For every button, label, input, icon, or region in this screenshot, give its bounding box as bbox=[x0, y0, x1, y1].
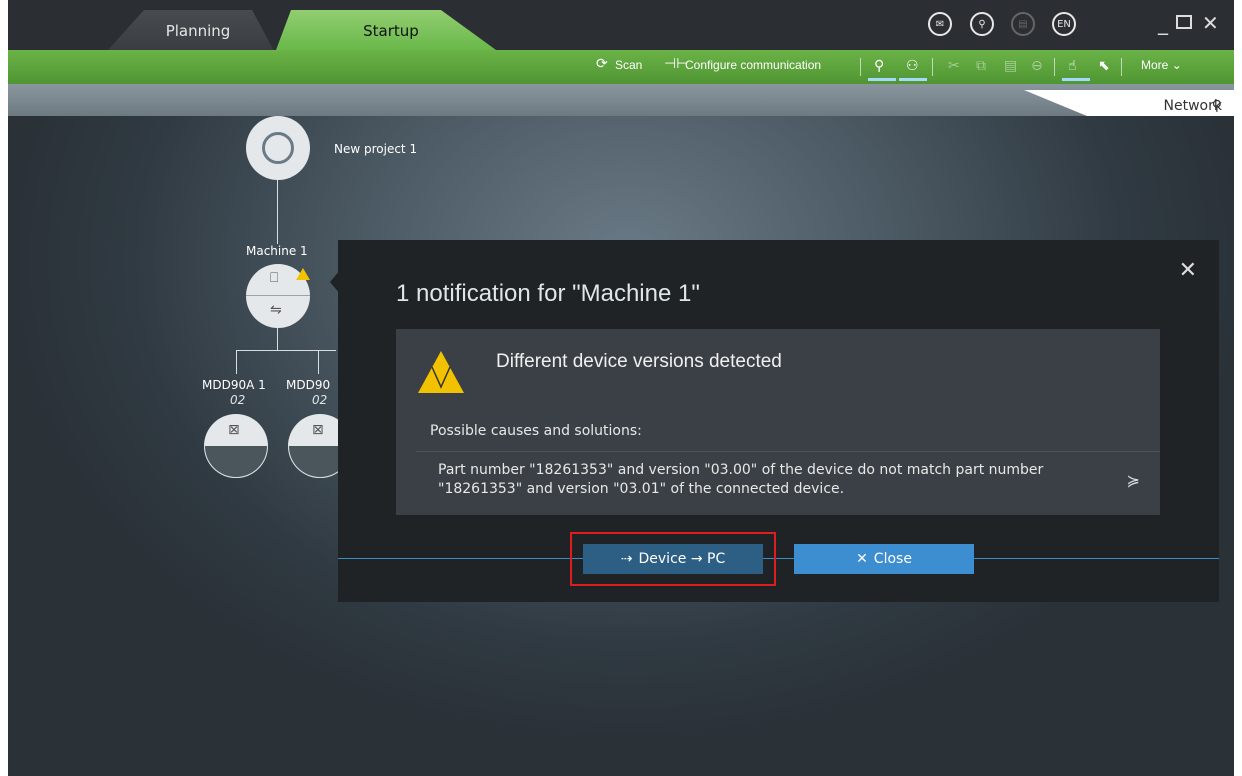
more-menu[interactable]: More ⌄ bbox=[1141, 58, 1182, 72]
notification-title: Different device versions detected bbox=[496, 351, 782, 372]
sync-icon: ⇋ bbox=[270, 302, 282, 318]
app-window: Planning Startup ✉ ⚲ ▤ EN _ ✕ ⟳ Scan ⊣⊢ … bbox=[8, 0, 1234, 776]
cut-icon[interactable]: ✂ bbox=[948, 58, 960, 74]
tree-connector bbox=[236, 350, 237, 374]
tab-planning[interactable]: Planning bbox=[108, 10, 274, 50]
device-sub-label: 02 bbox=[312, 393, 328, 407]
view-underline bbox=[899, 78, 927, 81]
title-bar: Planning Startup ✉ ⚲ ▤ EN _ ✕ bbox=[8, 0, 1234, 50]
cause-detail-text: Part number "18261353" and version "03.0… bbox=[438, 462, 1044, 497]
topology-icon[interactable]: ⚲ bbox=[874, 58, 884, 74]
button-bar-line bbox=[338, 558, 1219, 559]
configure-communication-button[interactable]: Configure communication bbox=[685, 58, 821, 72]
dialog-title: 1 notification for "Machine 1" bbox=[396, 280, 700, 307]
chevron-down-icon: ⌄ bbox=[1171, 58, 1182, 72]
project-icon bbox=[262, 132, 294, 164]
device-label: MDD90 bbox=[286, 378, 331, 392]
maximize-button[interactable] bbox=[1176, 15, 1192, 29]
close-button[interactable]: ✕ Close bbox=[794, 544, 974, 574]
user-tree-icon[interactable]: ⚇ bbox=[906, 58, 919, 74]
project-node[interactable] bbox=[246, 116, 310, 180]
causes-label: Possible causes and solutions: bbox=[430, 423, 642, 439]
close-icon[interactable]: ✕ bbox=[1179, 258, 1197, 283]
view-bar: ⚲ Network bbox=[8, 84, 1234, 116]
drive-icon: ⊠ bbox=[312, 422, 324, 438]
toolbar-divider bbox=[932, 58, 933, 76]
document-icon[interactable]: ▤ bbox=[1011, 12, 1035, 36]
tree-connector bbox=[318, 350, 319, 374]
toolbar: ⟳ Scan ⊣⊢ Configure communication ⚲ ⚇ ✂ … bbox=[8, 50, 1234, 84]
device-icon: ⎕ bbox=[270, 270, 279, 286]
hand-icon[interactable]: ☝ bbox=[1068, 58, 1077, 74]
toolbar-divider bbox=[1121, 58, 1122, 76]
machine-label: Machine 1 bbox=[246, 244, 308, 258]
view-underline bbox=[868, 78, 896, 81]
tree-connector bbox=[277, 180, 278, 244]
divider bbox=[416, 451, 1160, 452]
tree-connector bbox=[236, 350, 336, 351]
remove-icon[interactable]: ⊖ bbox=[1031, 58, 1043, 74]
warning-icon bbox=[296, 268, 310, 280]
scan-icon: ⟳ bbox=[596, 56, 608, 72]
tree-connector bbox=[277, 328, 278, 350]
notification-card: Different device versions detected Possi… bbox=[396, 329, 1160, 515]
minimize-button[interactable]: _ bbox=[1158, 13, 1168, 33]
network-tab[interactable]: ⚲ Network bbox=[1024, 90, 1234, 116]
device-label: MDD90A 1 bbox=[202, 378, 266, 392]
drive-icon: ⊠ bbox=[228, 422, 240, 438]
device-sub-label: 02 bbox=[230, 393, 246, 407]
project-label: New project 1 bbox=[334, 142, 418, 156]
node-lower bbox=[204, 446, 268, 478]
binoculars-icon[interactable]: ⚲ bbox=[970, 12, 994, 36]
pointer-icon[interactable]: ⬉ bbox=[1098, 58, 1110, 74]
copy-icon[interactable]: ⧉ bbox=[976, 58, 986, 74]
paste-icon[interactable]: ▤ bbox=[1004, 58, 1017, 74]
device-node[interactable]: ⊠ bbox=[204, 414, 268, 478]
highlight-box bbox=[570, 532, 776, 586]
close-window-button[interactable]: ✕ bbox=[1202, 13, 1219, 33]
warning-icon bbox=[418, 351, 464, 393]
close-icon: ✕ bbox=[856, 551, 868, 567]
notification-dialog: ✕ 1 notification for "Machine 1" Differe… bbox=[338, 240, 1219, 602]
scan-button[interactable]: Scan bbox=[615, 58, 642, 72]
language-button[interactable]: EN bbox=[1052, 12, 1076, 36]
message-icon[interactable]: ✉ bbox=[928, 12, 952, 36]
toolbar-divider bbox=[860, 58, 861, 76]
tab-startup[interactable]: Startup bbox=[276, 10, 496, 50]
node-divider bbox=[246, 295, 310, 296]
expand-icon[interactable]: ≽ bbox=[1127, 471, 1140, 490]
toolbar-divider bbox=[1054, 58, 1055, 76]
mode-underline bbox=[1062, 78, 1090, 81]
